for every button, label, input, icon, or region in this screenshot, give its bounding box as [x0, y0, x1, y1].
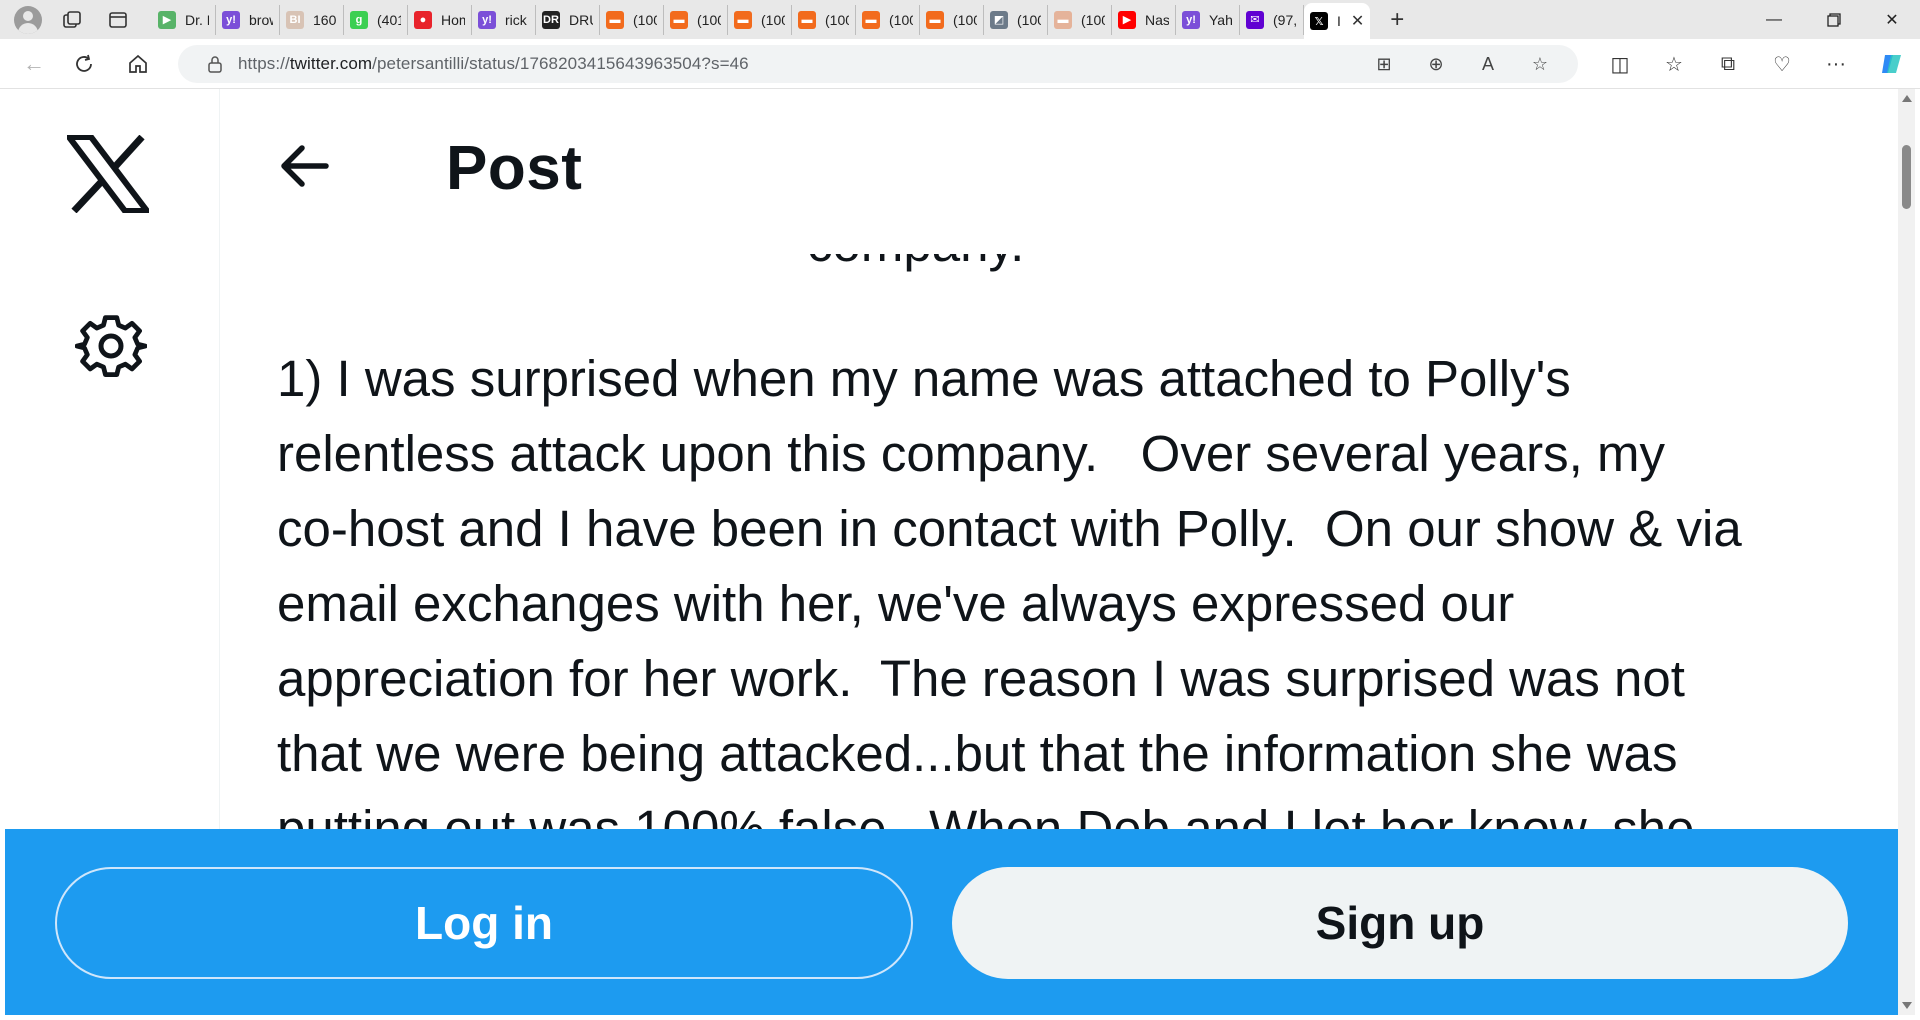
profile-avatar-icon[interactable]	[14, 5, 42, 34]
browser-tab[interactable]: ◩ (100)	[984, 4, 1048, 35]
login-prompt-bar: Log in Sign up	[5, 829, 1898, 1015]
zoom-icon[interactable]: ⊕	[1410, 54, 1462, 75]
red-badge-icon: ●	[414, 10, 432, 29]
lock-icon[interactable]	[200, 55, 230, 73]
restore-icon[interactable]	[1806, 0, 1862, 39]
partially-hidden-text: company.	[277, 254, 1877, 304]
browser-tab[interactable]: ▬ (100)	[856, 4, 920, 35]
address-bar[interactable]: https://twitter.com/petersantilli/status…	[178, 45, 1578, 83]
favorite-star-icon[interactable]: ☆	[1514, 54, 1566, 75]
browser-tab-label: Dr. N	[185, 11, 209, 28]
favorites-icon[interactable]: ☆	[1654, 44, 1694, 84]
x-icon: 𝕏	[1310, 12, 1328, 30]
browser-tab[interactable]: ▬ (100)	[920, 4, 984, 35]
browser-tab[interactable]: y! Yaho	[1176, 4, 1240, 35]
app-available-icon[interactable]: ⊞	[1358, 54, 1410, 75]
bookmark-icon: ▬	[1054, 10, 1072, 29]
browser-tab[interactable]: g (4016	[344, 4, 408, 35]
read-aloud-icon[interactable]: A	[1462, 54, 1514, 75]
browser-tab-label: Nas -	[1145, 11, 1169, 28]
tab-actions-icon[interactable]	[106, 8, 130, 32]
yahoo-icon: y!	[222, 10, 240, 29]
page-title: Post	[446, 134, 583, 203]
scrollbar-thumb[interactable]	[1902, 145, 1911, 209]
browser-tab-strip: ▶ Dr. N y! brow BI 160 P g (4016 ● Home y! rick b DR…	[0, 0, 1920, 39]
browser-tab-label: (100)	[1017, 11, 1041, 28]
bookmark-icon: ▬	[862, 10, 880, 29]
scroll-down-icon[interactable]	[1902, 1002, 1912, 1009]
bookmark-icon: ▬	[798, 10, 816, 29]
browser-tab-label: (100)	[825, 11, 849, 28]
browser-tab[interactable]: y! rick b	[472, 4, 536, 35]
yahoo-icon: y!	[478, 10, 496, 29]
tab-list: ▶ Dr. N y! brow BI 160 P g (4016 ● Home y! rick b DR…	[152, 0, 1304, 39]
browser-tab-label: rick b	[505, 11, 529, 28]
browser-tab-label: (97,1	[1273, 11, 1297, 28]
back-nav-icon[interactable]: ←	[14, 44, 54, 84]
browser-tab[interactable]: ▶ Nas -	[1112, 4, 1176, 35]
browser-tab[interactable]: ✉ (97,1	[1240, 4, 1304, 35]
browser-tab[interactable]: ▬ (100)	[792, 4, 856, 35]
play-icon: ▶	[158, 10, 176, 29]
back-arrow-icon[interactable]	[278, 144, 330, 188]
browser-tab[interactable]: ● Home	[408, 4, 472, 35]
browser-tab[interactable]: ▶ Dr. N	[152, 4, 216, 35]
bookmark-icon: ▬	[734, 10, 752, 29]
browser-tab-label: Yaho	[1209, 11, 1233, 28]
dr-icon: DR	[542, 10, 560, 29]
login-button[interactable]: Log in	[55, 867, 913, 979]
signup-button[interactable]: Sign up	[952, 867, 1848, 979]
close-tab-icon[interactable]: ✕	[1351, 11, 1364, 31]
browser-tab-label: (100)	[953, 11, 977, 28]
youtube-icon: ▶	[1118, 10, 1136, 29]
image-icon: ◩	[990, 10, 1008, 29]
browser-tab-label: (4016	[377, 11, 401, 28]
browser-tab-label: brow	[249, 11, 273, 28]
workspaces-icon[interactable]	[60, 8, 84, 32]
mail-icon: ✉	[1246, 10, 1264, 29]
home-icon[interactable]	[118, 44, 158, 84]
browser-tab-label: 160 P	[313, 11, 337, 28]
browser-tab[interactable]: ▬ (100)	[728, 4, 792, 35]
refresh-icon[interactable]	[64, 44, 104, 84]
browser-tab-label: DRUD	[569, 11, 593, 28]
browser-tab-label: (100)	[697, 11, 721, 28]
g-icon: g	[350, 10, 368, 29]
bookmark-icon: ▬	[670, 10, 688, 29]
scroll-up-icon[interactable]	[1902, 95, 1912, 102]
url-text[interactable]: https://twitter.com/petersantilli/status…	[238, 54, 749, 74]
new-tab-icon[interactable]: +	[1382, 6, 1412, 34]
bookmark-icon: ▬	[926, 10, 944, 29]
copilot-icon[interactable]	[1872, 44, 1912, 84]
post-header: Post	[220, 89, 1898, 249]
page-scrollbar[interactable]	[1898, 89, 1915, 1015]
minimize-icon[interactable]: —	[1746, 0, 1802, 39]
browser-tab[interactable]: DR DRUD	[536, 4, 600, 35]
settings-gear-icon[interactable]	[74, 310, 148, 382]
more-menu-icon[interactable]: ···	[1816, 44, 1856, 84]
browser-tab-label: Home	[441, 11, 465, 28]
browser-tab-label: (100)	[1081, 11, 1105, 28]
browser-tab[interactable]: ▬ (100)	[600, 4, 664, 35]
browser-tab[interactable]: ▬ (100)	[1048, 4, 1112, 35]
bookmark-icon: ▬	[606, 10, 624, 29]
browser-tab-label: (100)	[633, 11, 657, 28]
browser-tab-label: (100)	[889, 11, 913, 28]
split-screen-icon[interactable]: ◫	[1600, 44, 1640, 84]
yahoo-icon: y!	[1182, 10, 1200, 29]
active-tab[interactable]: 𝕏 I ✕	[1304, 3, 1371, 39]
collections-icon[interactable]: ⧉	[1708, 44, 1748, 84]
active-tab-label: I	[1337, 13, 1341, 29]
browser-tab[interactable]: y! brow	[216, 4, 280, 35]
tweet-body-text: 1) I was surprised when my name was atta…	[277, 350, 1742, 857]
close-window-icon[interactable]: ✕	[1864, 0, 1920, 39]
bi-icon: BI	[286, 10, 304, 29]
browser-essentials-icon[interactable]: ♡	[1762, 44, 1802, 84]
x-logo-icon[interactable]	[62, 134, 154, 214]
browser-tab-label: (100)	[761, 11, 785, 28]
browser-tab[interactable]: ▬ (100)	[664, 4, 728, 35]
browser-tab[interactable]: BI 160 P	[280, 4, 344, 35]
